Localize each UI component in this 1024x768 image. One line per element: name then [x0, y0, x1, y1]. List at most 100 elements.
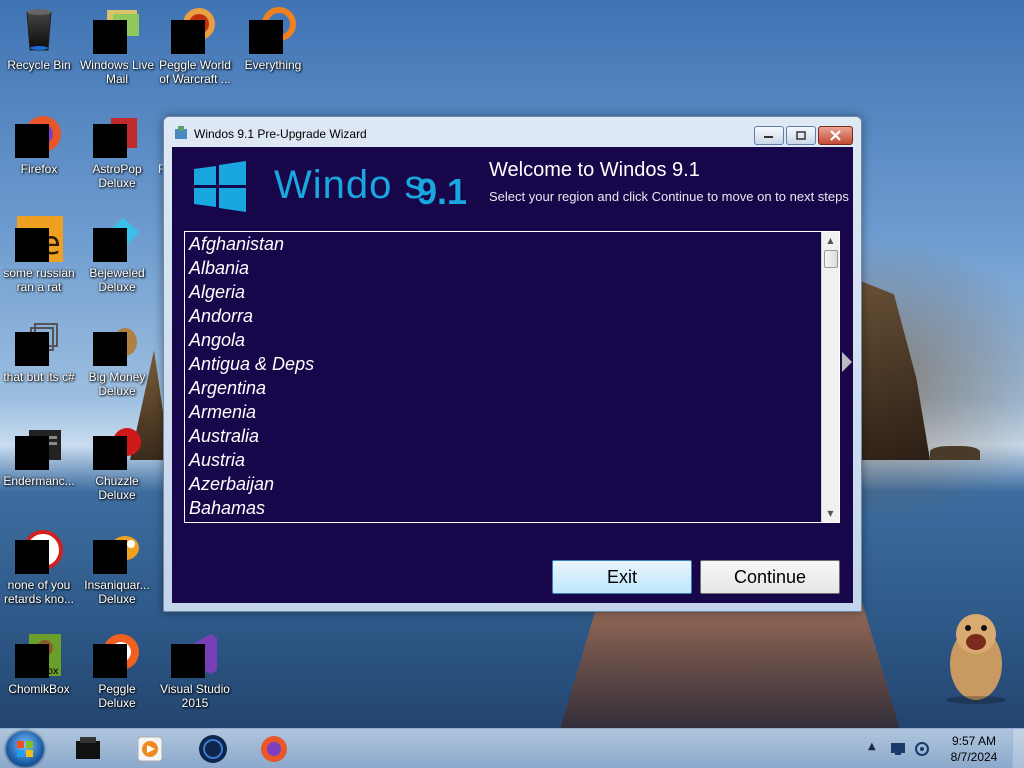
desktop-icon-bejeweled[interactable]: Bejeweled Deluxe — [78, 214, 156, 294]
none-of-you-icon — [15, 526, 63, 574]
everything-icon — [249, 6, 297, 54]
desktop-icon-label: Firefox — [20, 162, 58, 176]
scroll-up-icon[interactable]: ▲ — [822, 232, 839, 249]
list-item[interactable]: Azerbaijan — [189, 472, 314, 496]
insaniquarium-icon — [93, 526, 141, 574]
start-button[interactable] — [6, 731, 44, 767]
desktop-icon-peggle-wow[interactable]: Peggle World of Warcraft ... — [156, 6, 234, 86]
desktop-icon-russian-rat[interactable]: e some russian ran a rat — [0, 214, 78, 294]
list-item[interactable]: Algeria — [189, 280, 314, 304]
show-desktop-button[interactable] — [1012, 729, 1024, 768]
desktop-icon-chuzzle[interactable]: Chuzzle Deluxe — [78, 422, 156, 502]
scroll-thumb[interactable] — [824, 250, 838, 268]
desktop-icon-peggle-deluxe[interactable]: Peggle Deluxe — [78, 630, 156, 710]
vertical-scrollbar[interactable]: ▲ ▼ — [821, 232, 839, 522]
media-player-icon[interactable] — [134, 733, 166, 765]
taskbar-app-icon[interactable] — [72, 733, 104, 765]
astropop-icon — [93, 110, 141, 158]
globe-icon[interactable] — [197, 733, 229, 765]
desktop-icon-label: AstroPop Deluxe — [92, 162, 142, 190]
clock-time: 9:57 AM — [951, 734, 997, 748]
list-item[interactable]: Afghanistan — [189, 232, 314, 256]
exit-button[interactable]: Exit — [552, 560, 692, 594]
chuzzle-icon — [93, 422, 141, 470]
list-item[interactable]: Armenia — [189, 400, 314, 424]
desktop-icon-label: none of you retards kno... — [3, 578, 75, 606]
windows-orb-icon — [17, 741, 33, 757]
instructions-text: Select your region and click Continue to… — [489, 189, 849, 204]
list-item[interactable]: Bahamas — [189, 496, 314, 520]
clock-date: 8/7/2024 — [950, 750, 998, 764]
desktop-icon-label: that but its c# — [3, 370, 75, 384]
desktop-icon-firefox[interactable]: Firefox — [0, 110, 78, 176]
desktop-icon-visual-studio[interactable]: Visual Studio 2015 — [156, 630, 234, 710]
taskbar: ▲ 9:57 AM 8/7/2024 — [0, 728, 1024, 768]
list-item[interactable]: Albania — [189, 256, 314, 280]
mouse-cursor-icon — [842, 352, 852, 372]
desktop-icon-chomikbox[interactable]: ox ChomikBox — [0, 630, 78, 696]
big-money-icon — [93, 318, 141, 366]
firefox-icon — [15, 110, 63, 158]
list-item[interactable]: Angola — [189, 328, 314, 352]
desktop-icon-recycle-bin[interactable]: Recycle Bin — [0, 6, 78, 72]
desktop-icon-label: Windows Live Mail — [79, 58, 155, 86]
maximize-button[interactable] — [786, 126, 816, 145]
desktop-icon-label: Big Money Deluxe — [88, 370, 146, 398]
windows-flag-icon — [194, 161, 246, 212]
close-icon — [830, 130, 841, 141]
list-item[interactable]: Antigua & Deps — [189, 352, 314, 376]
desktop-icon-astropop[interactable]: AstroPop Deluxe — [78, 110, 156, 190]
bejeweled-icon — [93, 214, 141, 262]
hamster-mascot-icon — [940, 604, 1010, 704]
desktop-icon-label: some russian ran a rat — [3, 266, 75, 294]
network-tray-icon[interactable] — [914, 741, 930, 756]
logo-version: 9.1 — [417, 171, 468, 212]
desktop-icon-label: ChomikBox — [8, 682, 70, 696]
wizard-window[interactable]: Windos 9.1 Pre-Upgrade Wizard Windo s 9.… — [163, 116, 862, 612]
scroll-down-icon[interactable]: ▼ — [822, 505, 839, 522]
display-tray-icon[interactable] — [890, 741, 906, 755]
desktop-icon-label: Peggle World of Warcraft ... — [159, 58, 231, 86]
title-bar[interactable]: Windos 9.1 Pre-Upgrade Wizard — [164, 117, 861, 147]
chomikbox-icon: ox — [15, 630, 63, 678]
system-clock[interactable]: 9:57 AM 8/7/2024 — [946, 733, 1002, 765]
windows-live-mail-icon — [93, 6, 141, 54]
endermanc-icon — [15, 422, 63, 470]
desktop-icon-big-money[interactable]: Big Money Deluxe — [78, 318, 156, 398]
peggle-wow-icon — [171, 6, 219, 54]
desktop-icon-everything[interactable]: Everything — [234, 6, 312, 72]
continue-button[interactable]: Continue — [700, 560, 840, 594]
recycle-bin-icon — [15, 6, 63, 54]
desktop-icon-endermanc[interactable]: Endermanc... — [0, 422, 78, 488]
firefox-taskbar-icon[interactable] — [258, 733, 290, 765]
wizard-client-area: Windo s 9.1 Welcome to Windos 9.1 Select… — [172, 147, 853, 603]
desktop-icon-csharp[interactable]: that but its c# — [0, 318, 78, 384]
visual-studio-icon — [171, 630, 219, 678]
desktop-icon-label: Recycle Bin — [7, 58, 71, 72]
close-button[interactable] — [818, 126, 853, 145]
country-list: Afghanistan Albania Algeria Andorra Ango… — [189, 232, 314, 520]
desktop-icon-none-of-you[interactable]: none of you retards kno... — [0, 526, 78, 606]
region-listbox[interactable]: Afghanistan Albania Algeria Andorra Ango… — [184, 231, 840, 523]
list-item[interactable]: Andorra — [189, 304, 314, 328]
maximize-icon — [796, 131, 806, 140]
desktop-icon-label: Visual Studio 2015 — [160, 682, 230, 710]
csharp-icon — [15, 318, 63, 366]
app-icon — [174, 125, 188, 139]
desktop-icon-label: Endermanc... — [3, 474, 75, 488]
wallpaper-islet — [930, 446, 980, 460]
list-item[interactable]: Austria — [189, 448, 314, 472]
show-hidden-icons-icon[interactable]: ▲ — [868, 741, 876, 752]
desktop-icon-windows-live-mail[interactable]: Windows Live Mail — [78, 6, 156, 86]
desktop-icon-label: Insaniquar... Deluxe — [84, 578, 150, 606]
desktop-icon-label: Bejeweled Deluxe — [89, 266, 145, 294]
desktop-icon-label: Chuzzle Deluxe — [95, 474, 139, 502]
desktop-icon-insaniquarium[interactable]: Insaniquar... Deluxe — [78, 526, 156, 606]
minimize-button[interactable] — [754, 126, 784, 145]
welcome-heading: Welcome to Windos 9.1 — [489, 159, 700, 181]
list-item[interactable]: Argentina — [189, 376, 314, 400]
list-item[interactable]: Australia — [189, 424, 314, 448]
windos-logo: Windo s 9.1 — [192, 159, 467, 215]
minimize-icon — [764, 136, 773, 138]
desktop-icon-label: Peggle Deluxe — [98, 682, 136, 710]
